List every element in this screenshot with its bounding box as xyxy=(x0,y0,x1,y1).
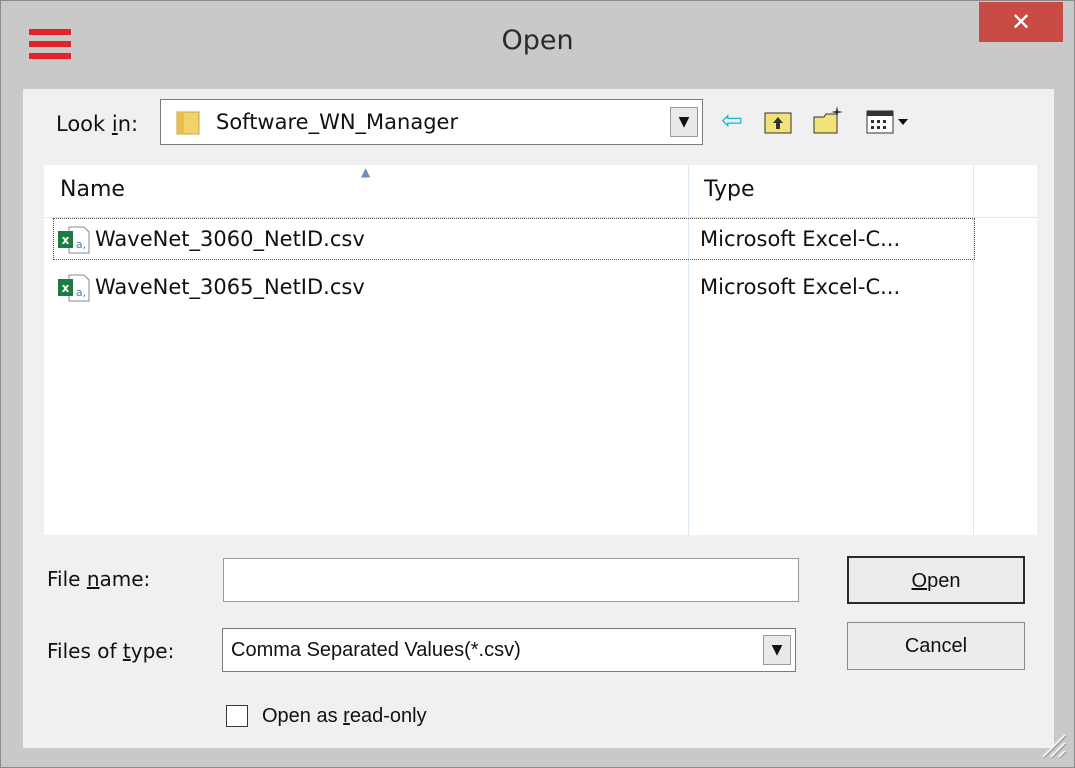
look-in-label: Look in: xyxy=(56,112,139,136)
look-in-dropdown-button[interactable]: ▼ xyxy=(670,107,698,137)
files-of-type-value: Comma Separated Values(*.csv) xyxy=(231,639,521,661)
resize-grip-icon[interactable] xyxy=(1037,729,1067,759)
file-name: WaveNet_3060_NetID.csv xyxy=(95,227,365,251)
file-row[interactable]: x a, WaveNet_3060_NetID.csv Microsoft Ex… xyxy=(53,218,975,260)
open-button[interactable]: Open xyxy=(847,556,1025,604)
file-list[interactable]: Name ▲ Type x a, WaveNet_3060_NetID.csv … xyxy=(44,165,1037,537)
file-name-input[interactable] xyxy=(223,558,799,602)
excel-csv-icon: x a, xyxy=(58,274,90,302)
svg-text:x: x xyxy=(62,233,70,247)
view-menu-icon[interactable] xyxy=(863,103,913,139)
svg-text:a,: a, xyxy=(76,238,86,251)
folder-icon xyxy=(176,111,200,135)
cancel-button[interactable]: Cancel xyxy=(847,622,1025,670)
sort-ascending-icon: ▲ xyxy=(361,165,371,179)
files-of-type-dropdown-button[interactable]: ▼ xyxy=(763,635,791,665)
file-type: Microsoft Excel-C... xyxy=(700,227,901,251)
header-divider xyxy=(44,217,1037,218)
look-in-combobox[interactable]: Software_WN_Manager ▼ xyxy=(160,99,703,145)
files-of-type-label: Files of type: xyxy=(47,639,175,663)
read-only-checkbox[interactable] xyxy=(226,705,248,727)
up-folder-icon[interactable] xyxy=(761,103,795,139)
back-arrow-icon[interactable]: ⇦ xyxy=(715,103,749,139)
file-type: Microsoft Excel-C... xyxy=(700,275,901,299)
file-name: WaveNet_3065_NetID.csv xyxy=(95,275,365,299)
column-header-name[interactable]: Name xyxy=(60,177,125,202)
svg-text:a,: a, xyxy=(76,286,86,299)
dialog-body: Look in: Software_WN_Manager ▼ ⇦ Name ▲ … xyxy=(23,89,1054,748)
excel-csv-icon: x a, xyxy=(58,226,90,254)
svg-text:x: x xyxy=(62,281,70,295)
column-header-type[interactable]: Type xyxy=(704,177,755,202)
read-only-label[interactable]: Open as read-only xyxy=(262,705,427,728)
new-folder-icon[interactable] xyxy=(811,103,845,139)
close-button[interactable]: ✕ xyxy=(979,2,1063,42)
open-dialog: Open ✕ Look in: Software_WN_Manager ▼ ⇦ xyxy=(0,0,1075,768)
files-of-type-combobox[interactable]: Comma Separated Values(*.csv) ▼ xyxy=(222,628,796,672)
file-row[interactable]: x a, WaveNet_3065_NetID.csv Microsoft Ex… xyxy=(54,267,974,307)
title-bar[interactable]: Open ✕ xyxy=(1,1,1074,89)
dialog-title: Open xyxy=(501,25,574,56)
file-name-label: File name: xyxy=(47,567,151,591)
look-in-value: Software_WN_Manager xyxy=(216,110,459,134)
